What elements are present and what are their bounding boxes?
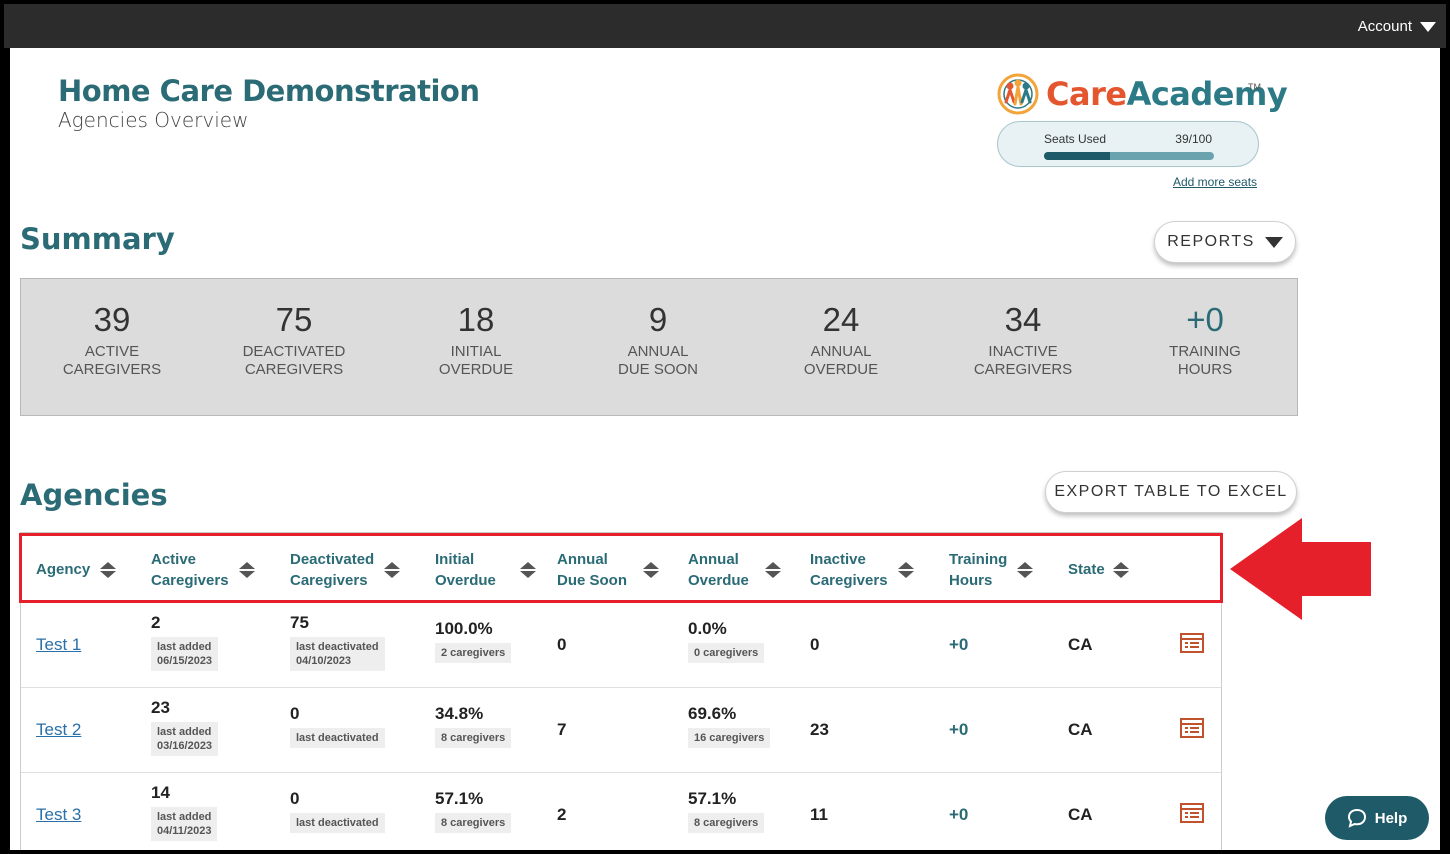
stat-label: ACTIVE CAREGIVERS	[62, 343, 162, 378]
stat-value: 39	[93, 301, 131, 338]
highlight-box	[19, 533, 1223, 603]
annual-due-soon-cell: 0	[557, 635, 567, 654]
left-border	[4, 48, 10, 850]
last-added-chip: last added 03/16/2023	[151, 722, 219, 756]
top-bar: Account	[4, 4, 1446, 48]
red-arrow-icon	[1230, 518, 1371, 620]
stat-training-hours: +0 TRAINING HOURS	[1114, 301, 1296, 379]
caret-down-icon	[1264, 236, 1283, 248]
inactive-caregivers-cell: 11	[810, 805, 828, 824]
add-more-seats-link[interactable]: Add more seats	[1173, 175, 1257, 189]
last-added-chip: last added 06/15/2023	[151, 637, 219, 671]
summary-stats-panel: 39 ACTIVE CAREGIVERS 75 DEACTIVATED CAREGI…	[20, 278, 1298, 416]
deactivated-caregivers-cell: 0 last deactivated	[290, 789, 385, 833]
seats-progress-fill	[1044, 152, 1111, 160]
training-hours-cell: +0	[949, 805, 969, 824]
state-cell: CA	[1068, 720, 1093, 739]
stat-label: TRAINING HOURS	[1169, 343, 1241, 378]
last-added-chip: last added 04/11/2023	[151, 807, 218, 841]
stat-label: ANNUAL DUE SOON	[617, 343, 698, 378]
stat-label: ANNUAL OVERDUE	[803, 343, 879, 378]
report-list-icon[interactable]	[1180, 633, 1204, 653]
stat-value: 18	[457, 301, 495, 338]
training-hours-cell: +0	[949, 635, 969, 654]
annual-overdue-cell: 0.0% 0 caregivers	[688, 619, 765, 663]
careacademy-logo: CareAcademy	[996, 72, 1288, 116]
annual-due-soon-cell: 2	[557, 805, 567, 824]
inactive-caregivers-cell: 0	[810, 635, 820, 654]
reports-button[interactable]: REPORTS	[1154, 221, 1296, 263]
stat-inactive-caregivers: 34 INACTIVE CAREGIVERS	[932, 301, 1114, 379]
summary-heading: Summary	[20, 222, 175, 256]
agency-link[interactable]: Test 2	[36, 720, 81, 740]
chat-bubble-icon	[1347, 808, 1366, 828]
initial-overdue-cell: 34.8% 8 caregivers	[435, 704, 512, 748]
stat-label: DEACTIVATED CAREGIVERS	[242, 343, 346, 378]
table-row: Test 1 2 last added 06/15/2023 75 last de…	[21, 603, 1221, 688]
deactivated-caregivers-cell: 0 last deactivated	[290, 704, 385, 748]
table-row: Test 3 14 last added 04/11/2023 0 last de…	[21, 773, 1221, 850]
stat-value: 24	[822, 301, 860, 338]
reports-label: REPORTS	[1167, 233, 1255, 250]
stat-initial-overdue: 18 INITIAL OVERDUE	[385, 301, 567, 379]
active-caregivers-cell: 2 last added 06/15/2023	[151, 613, 219, 671]
help-button[interactable]: Help	[1325, 796, 1429, 840]
active-caregivers-cell: 23 last added 03/16/2023	[151, 698, 219, 756]
help-label: Help	[1374, 809, 1408, 827]
stat-value: 34	[1004, 301, 1042, 338]
state-cell: CA	[1068, 635, 1093, 654]
page-title: Home Care Demonstration	[58, 74, 480, 108]
stat-value: +0	[1186, 301, 1224, 338]
stat-label: INITIAL OVERDUE	[438, 343, 514, 378]
deactivated-caregivers-cell: 75 last deactivated 04/10/2023	[290, 613, 385, 671]
account-label: Account	[1357, 18, 1412, 35]
seats-used-widget: Seats Used 39/100	[997, 121, 1259, 167]
export-table-button[interactable]: EXPORT TABLE TO EXCEL	[1045, 471, 1297, 513]
annual-overdue-cell: 69.6% 16 caregivers	[688, 704, 771, 748]
annual-overdue-cell: 57.1% 8 caregivers	[688, 789, 765, 833]
agency-link[interactable]: Test 3	[36, 805, 81, 825]
report-list-icon[interactable]	[1180, 803, 1204, 823]
page-subtitle: Agencies Overview	[58, 108, 249, 132]
right-border	[1440, 48, 1446, 850]
agencies-heading: Agencies	[20, 478, 168, 512]
logo-wordmark: CareAcademy	[1046, 75, 1288, 113]
stat-deactivated-caregivers: 75 DEACTIVATED CAREGIVERS	[203, 301, 385, 379]
logo-people-icon	[997, 73, 1039, 115]
last-deactivated-chip: last deactivated	[290, 813, 385, 833]
initial-overdue-cell: 100.0% 2 caregivers	[435, 619, 512, 663]
inactive-caregivers-cell: 23	[810, 720, 829, 739]
agency-link[interactable]: Test 1	[36, 635, 81, 655]
stat-label: INACTIVE CAREGIVERS	[973, 343, 1073, 378]
chevron-down-icon	[1420, 21, 1436, 32]
initial-overdue-cell: 57.1% 8 caregivers	[435, 789, 512, 833]
app-frame: Account Home Care Demonstration Agencies…	[4, 4, 1446, 850]
state-cell: CA	[1068, 805, 1093, 824]
active-caregivers-cell: 14 last added 04/11/2023	[151, 783, 218, 841]
report-list-icon[interactable]	[1180, 718, 1204, 738]
trademark-mark: TM	[1248, 82, 1261, 92]
stat-value: 9	[648, 301, 668, 338]
seats-used-count: 39/100	[1175, 132, 1212, 146]
last-deactivated-chip: last deactivated 04/10/2023	[290, 637, 385, 671]
account-menu[interactable]: Account	[1358, 18, 1436, 35]
stat-value: 75	[275, 301, 313, 338]
annual-due-soon-cell: 7	[557, 720, 567, 739]
stat-active-caregivers: 39 ACTIVE CAREGIVERS	[21, 301, 203, 379]
stat-annual-due-soon: 9 ANNUAL DUE SOON	[567, 301, 749, 379]
seats-used-label: Seats Used	[1044, 132, 1107, 146]
training-hours-cell: +0	[949, 720, 969, 739]
seats-progress-bar	[1044, 152, 1214, 160]
stat-annual-overdue: 24 ANNUAL OVERDUE	[750, 301, 932, 379]
table-row: Test 2 23 last added 03/16/2023 0 last de…	[21, 688, 1221, 773]
last-deactivated-chip: last deactivated	[290, 728, 385, 748]
